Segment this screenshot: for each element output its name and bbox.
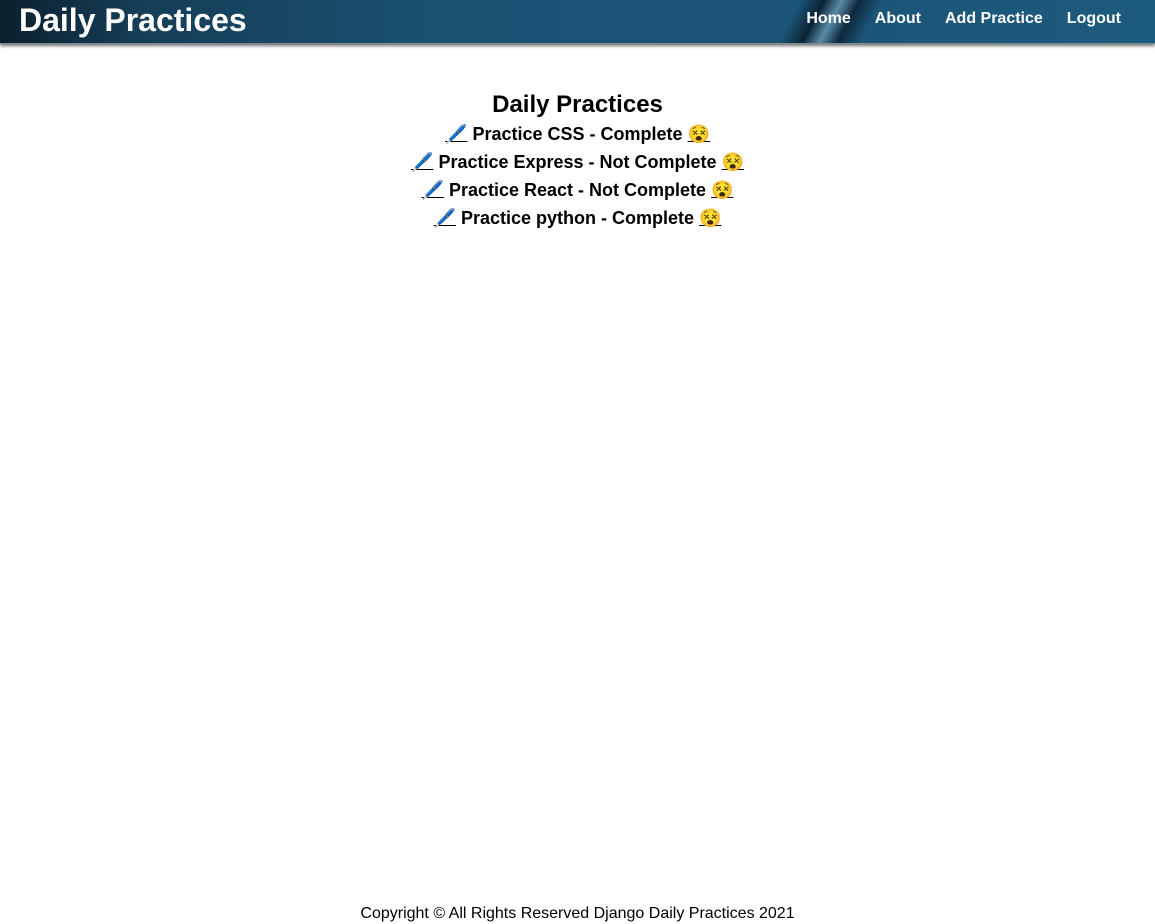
- practice-text: Practice python - Complete: [460, 208, 695, 228]
- delete-dizzy-face-icon[interactable]: 😵: [688, 124, 710, 144]
- delete-dizzy-face-icon[interactable]: 😵: [699, 208, 721, 228]
- main-content: Daily Practices 🖊️ Practice CSS - Comple…: [0, 90, 1155, 232]
- navbar: Daily Practices Home About Add Practice …: [0, 0, 1155, 44]
- practice-text: Practice CSS - Complete: [472, 124, 683, 144]
- site-brand[interactable]: Daily Practices: [19, 1, 247, 39]
- nav-links: Home About Add Practice Logout: [806, 9, 1121, 28]
- edit-pen-icon[interactable]: 🖊️: [434, 208, 456, 228]
- practice-item: 🖊️ Practice React - Not Complete 😵: [0, 176, 1155, 204]
- nav-home-link[interactable]: Home: [806, 9, 850, 28]
- delete-dizzy-face-icon[interactable]: 😵: [711, 180, 733, 200]
- nav-about-link[interactable]: About: [875, 9, 921, 28]
- practice-item: 🖊️ Practice Express - Not Complete 😵: [0, 148, 1155, 176]
- delete-dizzy-face-icon[interactable]: 😵: [722, 152, 744, 172]
- practice-item: 🖊️ Practice CSS - Complete 😵: [0, 120, 1155, 148]
- nav-add-practice-link[interactable]: Add Practice: [945, 9, 1043, 28]
- practice-text: Practice React - Not Complete: [448, 180, 707, 200]
- edit-pen-icon[interactable]: 🖊️: [422, 180, 444, 200]
- page-title: Daily Practices: [492, 91, 663, 118]
- nav-logout-link[interactable]: Logout: [1067, 9, 1121, 28]
- practice-text: Practice Express - Not Complete: [438, 152, 717, 172]
- practice-item: 🖊️ Practice python - Complete 😵: [0, 204, 1155, 232]
- practice-list: 🖊️ Practice CSS - Complete 😵 🖊️ Practice…: [0, 120, 1155, 232]
- footer-copyright: Copyright © All Rights Reserved Django D…: [360, 905, 795, 922]
- edit-pen-icon[interactable]: 🖊️: [411, 152, 433, 172]
- edit-pen-icon[interactable]: 🖊️: [445, 124, 467, 144]
